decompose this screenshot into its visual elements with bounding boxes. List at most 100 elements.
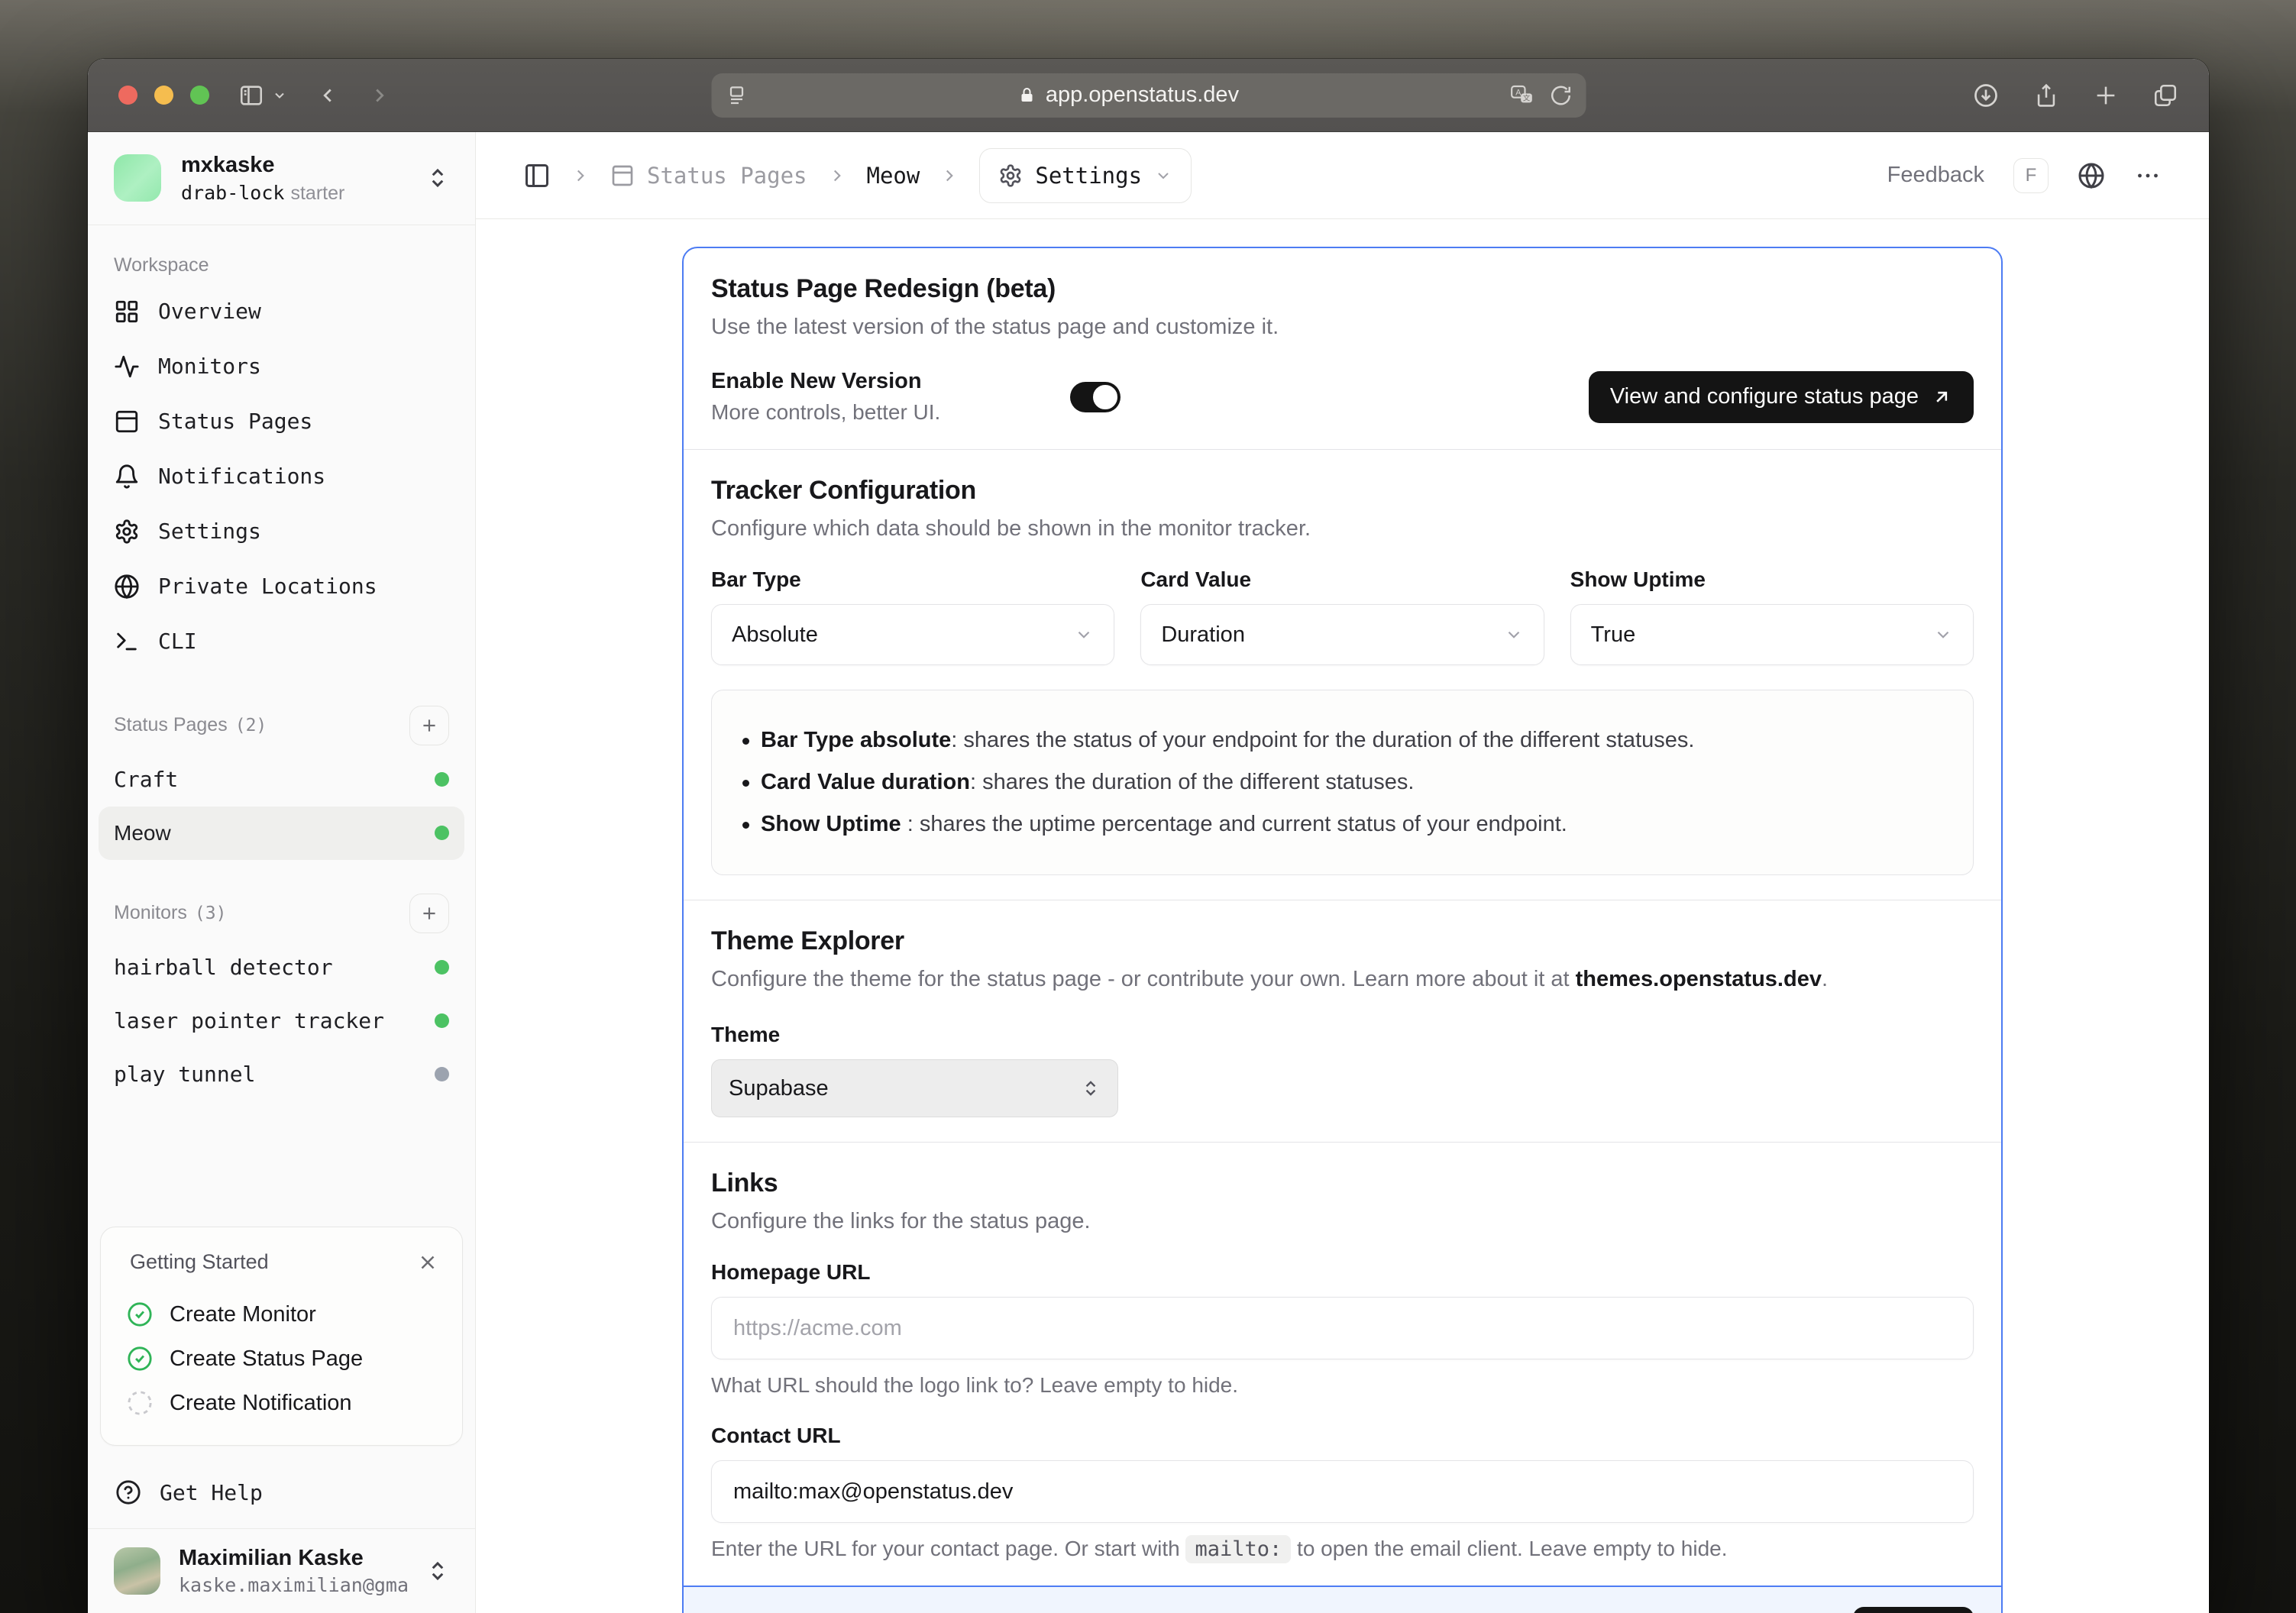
minimize-window-button[interactable]	[154, 86, 173, 105]
bar-type-select[interactable]: Absolute	[711, 604, 1114, 665]
get-help-button[interactable]: Get Help	[88, 1458, 475, 1528]
tracker-title: Tracker Configuration	[711, 476, 1974, 506]
sidebar-item-private-locations[interactable]: Private Locations	[114, 559, 449, 614]
breadcrumb: Status Pages Meow Settings Feedback F	[476, 132, 2209, 219]
close-window-button[interactable]	[118, 86, 137, 105]
globe-icon[interactable]	[2078, 162, 2105, 189]
enable-new-version-toggle[interactable]	[1070, 382, 1121, 412]
url-text: app.openstatus.dev	[1046, 82, 1239, 108]
breadcrumb-status-pages[interactable]: Status Pages	[610, 163, 807, 189]
activity-icon	[114, 354, 140, 380]
help-circle-icon	[115, 1479, 141, 1505]
dashed-circle-icon	[127, 1390, 153, 1416]
status-page-item-craft[interactable]: Craft	[99, 753, 464, 806]
links-title: Links	[711, 1169, 1974, 1198]
contact-url-helper: Enter the URL for your contact page. Or …	[711, 1537, 1974, 1561]
sidebar-item-monitors[interactable]: Monitors	[114, 339, 449, 394]
workspace-section-label: Workspace	[114, 254, 449, 276]
getting-started-create-status-page[interactable]: Create Status Page	[124, 1337, 439, 1381]
sidebar-item-overview[interactable]: Overview	[114, 284, 449, 339]
svg-text:A: A	[1515, 88, 1522, 97]
feedback-link[interactable]: Feedback	[1887, 163, 1984, 188]
chevron-right-icon	[571, 166, 590, 186]
getting-started-create-notification[interactable]: Create Notification	[124, 1381, 439, 1425]
panel-left-icon[interactable]	[523, 162, 551, 189]
submit-button[interactable]: Submit	[1853, 1607, 1974, 1613]
status-page-settings-card: Status Page Redesign (beta) Use the late…	[682, 247, 2003, 1613]
add-monitor-button[interactable]	[409, 894, 449, 933]
more-options-icon[interactable]	[2134, 162, 2162, 189]
show-uptime-select[interactable]: True	[1570, 604, 1974, 665]
theme-desc: Configure the theme for the status page …	[711, 967, 1974, 992]
monitor-item-laser-pointer-tracker[interactable]: laser pointer tracker	[99, 994, 464, 1048]
sidebar-item-cli[interactable]: CLI	[114, 614, 449, 669]
app-sidebar: mxkaske drab-lockstarter Workspace Overv…	[88, 132, 476, 1613]
zoom-window-button[interactable]	[190, 86, 209, 105]
status-pages-section-header: Status Pages(2)	[114, 706, 449, 745]
status-dot-up	[435, 1013, 449, 1028]
chevron-down-icon	[1074, 625, 1094, 645]
getting-started-create-monitor[interactable]: Create Monitor	[124, 1292, 439, 1337]
back-button[interactable]	[316, 84, 339, 107]
show-uptime-label: Show Uptime	[1570, 567, 1974, 592]
monitor-item-play-tunnel[interactable]: play tunnel	[99, 1048, 464, 1101]
tab-overview-icon[interactable]	[2152, 82, 2178, 108]
sidebar-toggle-icon[interactable]	[238, 82, 264, 108]
sidebar-item-status-pages[interactable]: Status Pages	[114, 394, 449, 449]
add-status-page-button[interactable]	[409, 706, 449, 745]
status-dot-up	[435, 826, 449, 840]
monitor-item-hairball-detector[interactable]: hairball detector	[99, 941, 464, 994]
links-desc: Configure the links for the status page.	[711, 1209, 1974, 1234]
theme-select[interactable]: Supabase	[711, 1059, 1118, 1117]
svg-text:文: 文	[1522, 93, 1529, 102]
globe-icon	[114, 574, 140, 600]
chevrons-up-down-icon	[1081, 1078, 1101, 1098]
lock-icon	[1018, 86, 1036, 105]
enable-new-version-sub: More controls, better UI.	[711, 400, 1070, 425]
chevrons-up-down-icon	[426, 1560, 449, 1582]
sidebar-item-notifications[interactable]: Notifications	[114, 449, 449, 504]
card-value-select[interactable]: Duration	[1140, 604, 1544, 665]
reload-icon[interactable]	[1549, 84, 1572, 107]
workspace-avatar	[114, 154, 161, 202]
breadcrumb-page-name[interactable]: Meow	[867, 163, 920, 189]
translate-icon[interactable]: A文	[1509, 83, 1534, 108]
panel-top-icon	[114, 409, 140, 435]
circle-check-icon	[127, 1301, 153, 1327]
user-avatar	[114, 1547, 160, 1595]
beta-desc: Use the latest version of the status pag…	[711, 315, 1974, 340]
homepage-url-helper: What URL should the logo link to? Leave …	[711, 1373, 1974, 1398]
bullet-card-value: Card Value duration: shares the duration…	[730, 768, 1955, 797]
user-name: Maximilian Kaske	[179, 1546, 408, 1571]
user-menu[interactable]: Maximilian Kaske kaske.maximilian@gmail…	[88, 1528, 475, 1613]
view-configure-status-page-button[interactable]: View and configure status page	[1589, 371, 1974, 423]
sidebar-item-settings[interactable]: Settings	[114, 504, 449, 559]
workspace-name: mxkaske	[181, 152, 344, 179]
contact-url-label: Contact URL	[711, 1424, 1974, 1448]
share-icon[interactable]	[2033, 82, 2059, 108]
tracker-section: Tracker Configuration Configure which da…	[684, 450, 2001, 900]
getting-started-title: Getting Started	[130, 1250, 269, 1274]
contact-url-input[interactable]	[711, 1460, 1974, 1523]
close-icon[interactable]	[416, 1251, 439, 1274]
status-page-item-meow[interactable]: Meow	[99, 806, 464, 860]
downloads-icon[interactable]	[1972, 82, 2000, 109]
links-section: Links Configure the links for the status…	[684, 1143, 2001, 1586]
chevron-right-icon	[939, 166, 959, 186]
bell-icon	[114, 464, 140, 490]
address-bar[interactable]: app.openstatus.dev A文	[711, 73, 1586, 118]
page-settings-icon[interactable]	[725, 84, 748, 107]
homepage-url-input[interactable]	[711, 1297, 1974, 1359]
breadcrumb-settings-dropdown[interactable]: Settings	[979, 148, 1192, 203]
card-footer: Learn more about Status Page Redesign (b…	[684, 1586, 2001, 1613]
sidebar-chevron-icon[interactable]	[272, 88, 287, 103]
status-dot-up	[435, 772, 449, 787]
enable-new-version-label: Enable New Version	[711, 369, 1070, 394]
chevron-down-icon	[1154, 166, 1172, 185]
workspace-switcher[interactable]: mxkaske drab-lockstarter	[88, 132, 475, 225]
forward-button[interactable]	[368, 84, 391, 107]
browser-titlebar: app.openstatus.dev A文	[88, 59, 2209, 132]
theme-title: Theme Explorer	[711, 926, 1974, 956]
new-tab-icon[interactable]	[2093, 82, 2119, 108]
workspace-plan: starter	[290, 183, 344, 204]
